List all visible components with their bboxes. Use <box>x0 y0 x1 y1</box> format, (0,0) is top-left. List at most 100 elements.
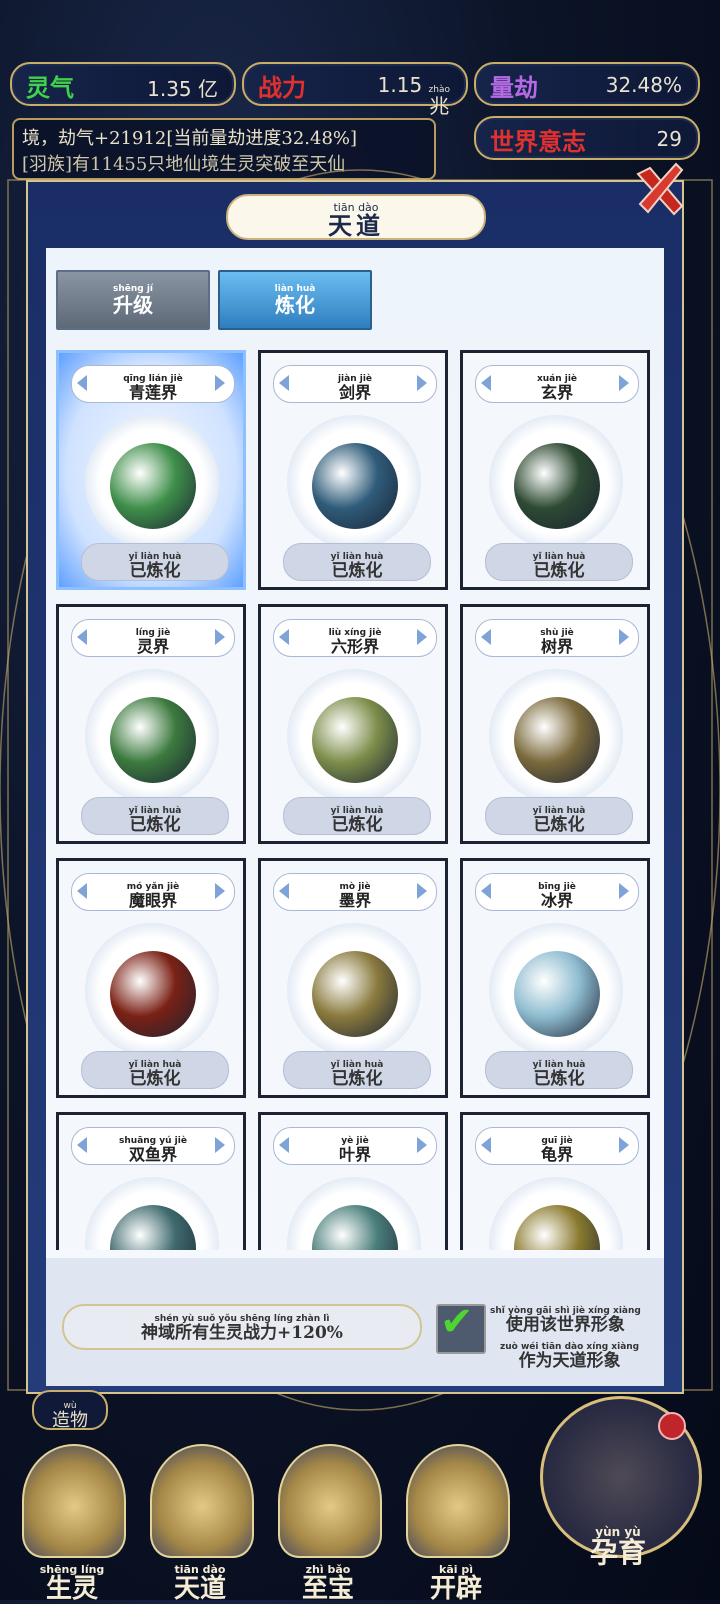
tab-label: 升级 <box>113 293 153 317</box>
chevron-left-icon <box>481 883 491 899</box>
stat-unit: 兆 <box>429 94 450 118</box>
stat-value: 32.48% <box>605 73 682 97</box>
world-name: 冰界 <box>540 891 573 910</box>
world-name: 灵界 <box>136 637 169 656</box>
checkmark-icon: ✔ <box>440 1299 474 1345</box>
nav-yunyu[interactable]: yùn yù 孕育 <box>540 1396 702 1586</box>
close-icon[interactable] <box>630 160 690 220</box>
tab-refine[interactable]: liàn huà 炼化 <box>218 270 372 330</box>
chevron-left-icon <box>279 375 289 391</box>
world-card[interactable]: liù xíng jiè 六形界 yǐ liàn huà 已炼化 <box>258 604 448 844</box>
refined-status-badge: yǐ liàn huà 已炼化 <box>283 543 431 581</box>
refined-status-badge: yǐ liàn huà 已炼化 <box>283 797 431 835</box>
stat-zhanli: 战力 1.15 zhào 兆 <box>242 62 468 116</box>
refined-status-badge: yǐ liàn huà 已炼化 <box>485 1051 633 1089</box>
world-card[interactable]: guī jiè 龟界 <box>460 1112 650 1250</box>
refined-status-badge: yǐ liàn huà 已炼化 <box>485 797 633 835</box>
world-name: 剑界 <box>338 383 371 402</box>
stat-label: 战力 <box>258 73 306 102</box>
stat-value: 1.35 <box>147 77 192 101</box>
tab-upgrade[interactable]: shēng jí 升级 <box>56 270 210 330</box>
world-name-plate: guī jiè 龟界 <box>475 1127 639 1165</box>
tiandao-panel: tiān dào 天道 shēng jí 升级 liàn huà 炼化 qīng l… <box>26 180 684 1394</box>
nav-kaipi[interactable]: kāi pì 开辟 <box>400 1438 512 1602</box>
notification-dot <box>658 1412 686 1440</box>
tab-label: 炼化 <box>274 293 315 317</box>
nav-label: 至宝 <box>301 1574 354 1604</box>
shengling-emblem-icon <box>22 1444 126 1558</box>
world-card[interactable]: shù jiè 树界 yǐ liàn huà 已炼化 <box>460 604 650 844</box>
title-text: 天道 <box>328 211 384 240</box>
stat-value: 1.15 <box>377 73 423 97</box>
world-name: 叶界 <box>338 1145 371 1164</box>
chevron-left-icon <box>481 1137 491 1153</box>
world-card[interactable]: shuāng yú jiè 双鱼界 <box>56 1112 246 1250</box>
chevron-right-icon <box>619 375 629 391</box>
checkbox-label: shǐ yòng gāi shì jiè xíng xiàng 使用该世界形象 z… <box>490 1306 641 1371</box>
chevron-right-icon <box>417 375 427 391</box>
world-card[interactable]: bīng jiè 冰界 yǐ liàn huà 已炼化 <box>460 858 650 1098</box>
refined-status-badge: yǐ liàn huà 已炼化 <box>81 543 229 581</box>
chevron-right-icon <box>619 883 629 899</box>
stat-lingqi: 灵气 1.35 亿 <box>10 62 236 106</box>
nav-label: 天道 <box>173 1574 226 1604</box>
chevron-left-icon <box>77 629 87 645</box>
planet-icon <box>110 951 196 1037</box>
refined-status-badge: yǐ liàn huà 已炼化 <box>81 797 229 835</box>
world-card[interactable]: jiàn jiè 剑界 yǐ liàn huà 已炼化 <box>258 350 448 590</box>
panel-title: tiān dào 天道 <box>226 194 486 240</box>
chevron-left-icon <box>77 375 87 391</box>
planet-icon <box>514 951 600 1037</box>
world-name-plate: mò jiè 墨界 <box>273 873 437 911</box>
world-card[interactable]: yè jiè 叶界 <box>258 1112 448 1250</box>
planet-icon <box>514 443 600 529</box>
world-name: 六形界 <box>330 637 379 656</box>
world-name-plate: jiàn jiè 剑界 <box>273 365 437 403</box>
use-image-checkbox[interactable]: ✔ <box>436 1299 486 1354</box>
kaipi-emblem-icon <box>406 1444 510 1558</box>
chevron-right-icon <box>619 629 629 645</box>
world-name: 龟界 <box>540 1145 573 1164</box>
world-card[interactable]: mò jiè 墨界 yǐ liàn huà 已炼化 <box>258 858 448 1098</box>
chevron-left-icon <box>481 375 491 391</box>
nav-shengling[interactable]: shēng líng 生灵 <box>16 1438 128 1602</box>
refined-status-badge: yǐ liàn huà 已炼化 <box>283 1051 431 1089</box>
world-card[interactable]: xuán jiè 玄界 yǐ liàn huà 已炼化 <box>460 350 650 590</box>
world-card[interactable]: líng jiè 灵界 yǐ liàn huà 已炼化 <box>56 604 246 844</box>
chevron-right-icon <box>215 883 225 899</box>
nav-label: 开辟 <box>429 1574 482 1604</box>
stat-unit: 亿 <box>198 77 218 101</box>
planet-icon <box>110 697 196 783</box>
stat-liangjie: 量劫 32.48% <box>474 62 700 106</box>
world-name: 双鱼界 <box>128 1145 177 1164</box>
planet-icon <box>312 697 398 783</box>
nav-tiandao[interactable]: tiān dào 天道 <box>144 1438 256 1602</box>
chevron-left-icon <box>279 1137 289 1153</box>
world-name: 玄界 <box>540 383 573 402</box>
world-card[interactable]: mó yǎn jiè 魔眼界 yǐ liàn huà 已炼化 <box>56 858 246 1098</box>
planet-icon <box>312 951 398 1037</box>
world-grid: qīng lián jiè 青莲界 yǐ liàn huà 已炼化 jiàn jiè 剑界… <box>56 350 654 1250</box>
planet-icon <box>514 697 600 783</box>
world-name-plate: mó yǎn jiè 魔眼界 <box>71 873 235 911</box>
world-name: 魔眼界 <box>128 891 177 910</box>
chevron-right-icon <box>619 1137 629 1153</box>
world-name-plate: qīng lián jiè 青莲界 <box>71 365 235 403</box>
world-name: 墨界 <box>338 891 371 910</box>
world-card[interactable]: qīng lián jiè 青莲界 yǐ liàn huà 已炼化 <box>56 350 246 590</box>
world-name-plate: xuán jiè 玄界 <box>475 365 639 403</box>
world-name-plate: liù xíng jiè 六形界 <box>273 619 437 657</box>
chevron-right-icon <box>215 375 225 391</box>
chevron-left-icon <box>279 629 289 645</box>
chevron-right-icon <box>215 1137 225 1153</box>
nav-zhibao[interactable]: zhì bǎo 至宝 <box>272 1438 384 1602</box>
refined-status-badge: yǐ liàn huà 已炼化 <box>81 1051 229 1089</box>
nav-label: 生灵 <box>45 1574 98 1604</box>
create-button[interactable]: wù 造物 <box>32 1390 108 1430</box>
panel-footer: shén yù suǒ yǒu shēng líng zhàn lì 神域所有生灵… <box>46 1258 664 1386</box>
chevron-right-icon <box>417 1137 427 1153</box>
chevron-left-icon <box>481 629 491 645</box>
chevron-right-icon <box>215 629 225 645</box>
world-name-plate: yè jiè 叶界 <box>273 1127 437 1165</box>
nav-label: 孕育 <box>589 1536 646 1569</box>
